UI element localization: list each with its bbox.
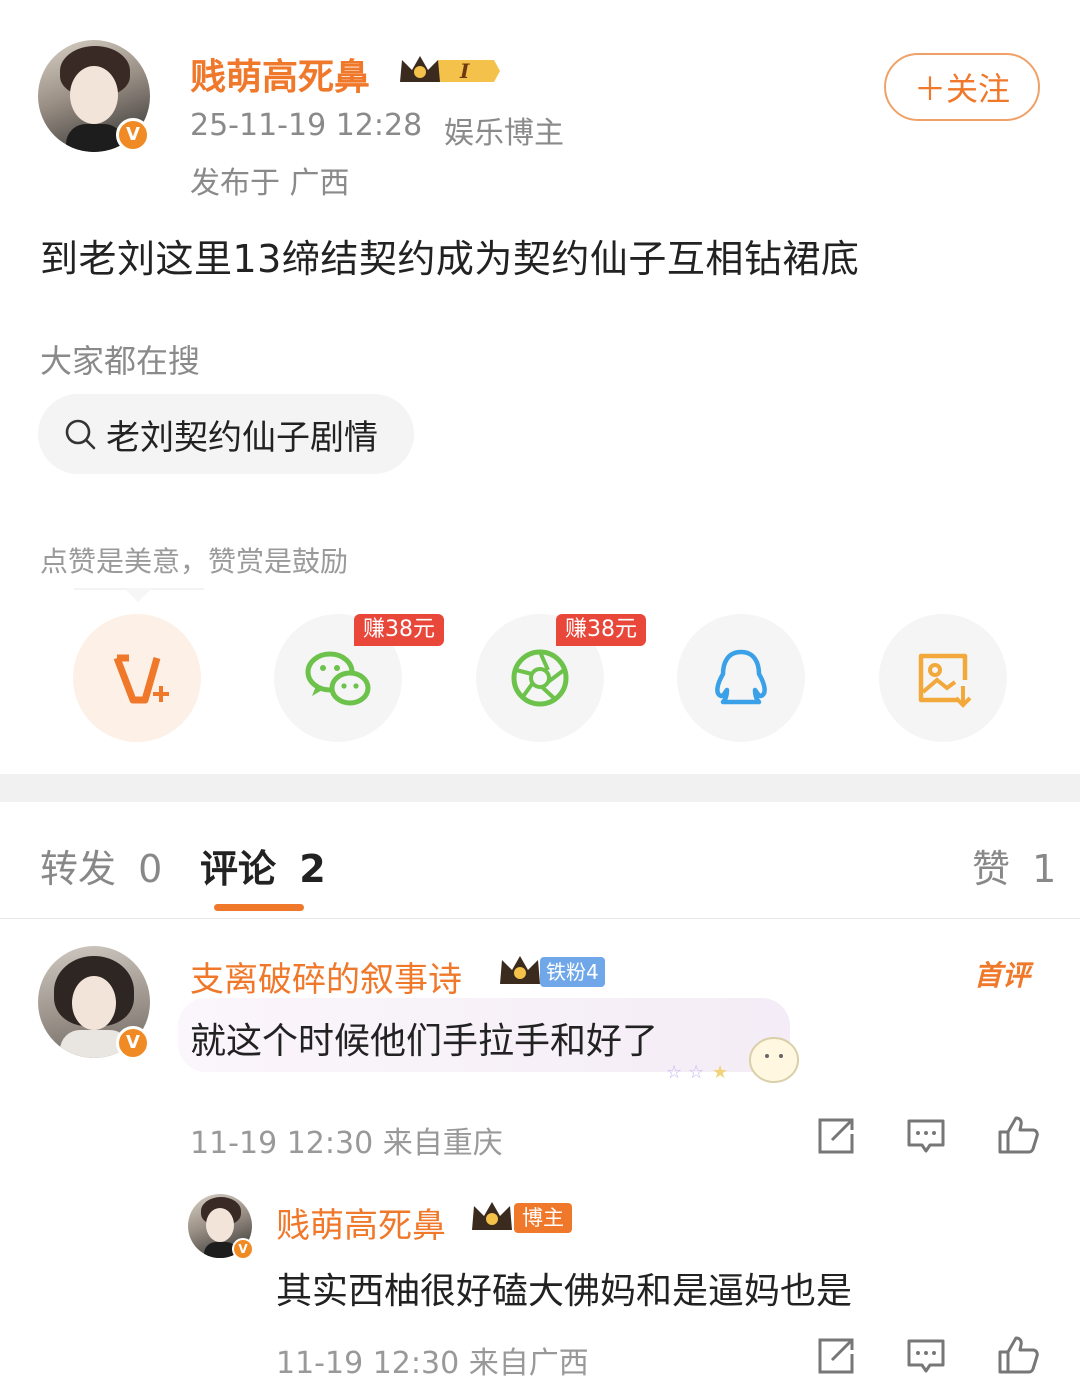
active-tab-indicator [214,904,304,911]
reward-hint: 点赞是美意，赞赏是鼓励 [40,545,349,578]
tab-comments[interactable]: 评论 2 [200,838,326,893]
qq-share-button[interactable] [677,614,805,742]
reply-meta: 11-19 12:30 来自广西 [276,1346,589,1381]
commenter-name[interactable]: 支离破碎的叙事诗 [190,952,462,1001]
first-comment-badge: 首评 [974,959,1031,992]
search-suggestion-text: 老刘契约仙子剧情 [106,417,378,458]
post-location: 发布于 广西 [190,166,350,201]
search-heading: 大家都在搜 [40,342,201,380]
commenter-crown-icon [498,952,542,990]
comment-meta: 11-19 12:30 来自重庆 [190,1126,503,1161]
comment-text: 就这个时候他们手拉手和好了 [190,1021,659,1062]
wechat-reward-badge: 赚38元 [354,614,444,646]
reply-text: 其实西柚很好磕大佛妈和是逼妈也是 [276,1271,853,1312]
tab-likes-count: 1 [1032,847,1057,891]
reply-verified-icon: V [232,1238,254,1260]
moments-reward-badge: 赚38元 [556,614,646,646]
save-image-button[interactable] [879,614,1007,742]
svg-text:☆: ☆ [688,1062,704,1083]
vplus-icon [113,654,169,704]
svg-text:★: ★ [712,1062,728,1083]
tab-repost-count: 0 [138,847,163,891]
search-icon [62,416,98,452]
search-suggestion-chip[interactable]: 老刘契约仙子剧情 [38,394,414,474]
post-body: 到老刘这里13缔结契约成为契约仙子互相钻裙底 [40,237,860,281]
follow-button[interactable]: ＋关注 [884,53,1040,121]
verified-badge-icon: V [116,118,150,152]
post-timestamp: 25-11-19 12:28 [190,108,423,143]
blogger-badge: 博主 [514,1203,572,1233]
reply-like-icon[interactable] [996,1332,1040,1376]
tab-comments-label: 评论 [200,847,277,891]
reply-repost-icon[interactable] [816,1336,856,1376]
tab-likes[interactable]: 赞 1 [972,838,1056,893]
repost-icon[interactable] [816,1116,856,1156]
comment-icon[interactable] [906,1116,946,1156]
save-image-icon [918,653,972,708]
tab-repost-label: 转发 [40,847,117,891]
crown-level-icon: I [398,52,502,90]
vplus-button[interactable] [73,614,201,742]
reply-author-name[interactable]: 贱萌高死鼻 [276,1198,446,1247]
tab-repost[interactable]: 转发 0 [40,838,162,893]
reply-comment-icon[interactable] [906,1336,946,1376]
qq-icon [715,649,767,705]
tab-likes-label: 赞 [972,847,1011,891]
author-name[interactable]: 贱萌高死鼻 [190,48,370,100]
like-icon[interactable] [996,1112,1040,1156]
commenter-verified-icon: V [116,1026,150,1060]
fan-level-badge: 铁粉4 [540,957,605,987]
reply-crown-icon [470,1198,514,1236]
svg-text:I: I [459,59,470,83]
section-separator [0,774,1080,802]
svg-text:☆: ☆ [666,1062,682,1083]
bubble-bear-sticker-icon: ☆ ☆ ★ [664,1030,800,1086]
hint-pointer-arrow [124,588,152,602]
tabs-divider [0,918,1080,919]
tab-comments-count: 2 [299,847,326,891]
author-tag: 娱乐博主 [444,116,564,151]
